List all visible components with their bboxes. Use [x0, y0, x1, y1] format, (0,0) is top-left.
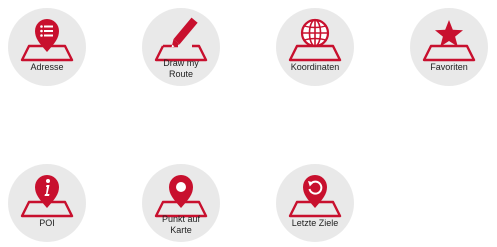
star-map-icon — [422, 20, 476, 62]
menu-item-favoriten[interactable]: Favoriten — [410, 8, 488, 86]
menu-item-label: Adresse — [30, 62, 64, 72]
menu-item-punkt-auf-karte[interactable]: Punkt auf Karte — [142, 164, 220, 242]
menu-item-label: Letzte Ziele — [291, 218, 339, 228]
address-list-pin-icon — [20, 19, 74, 62]
location-pin-icon — [154, 175, 208, 218]
info-pin-icon — [20, 175, 74, 218]
menu-item-adresse[interactable]: Adresse — [8, 8, 86, 86]
globe-map-icon — [288, 18, 342, 62]
menu-item-label: Punkt auf Karte — [161, 214, 201, 235]
destination-menu: Adresse Draw my Route Koordinaten Favori… — [0, 0, 497, 247]
menu-item-label: Favoriten — [430, 62, 468, 72]
menu-item-letzte-ziele[interactable]: Letzte Ziele — [276, 164, 354, 242]
menu-item-label: Koordinaten — [290, 62, 340, 72]
menu-item-koordinaten[interactable]: Koordinaten — [276, 8, 354, 86]
menu-item-label: POI — [39, 218, 55, 228]
menu-item-label: Draw my Route — [163, 58, 199, 79]
menu-item-poi[interactable]: POI — [8, 164, 86, 242]
pencil-map-icon — [154, 17, 208, 62]
history-pin-icon — [288, 175, 342, 218]
menu-item-draw-my-route[interactable]: Draw my Route — [142, 8, 220, 86]
